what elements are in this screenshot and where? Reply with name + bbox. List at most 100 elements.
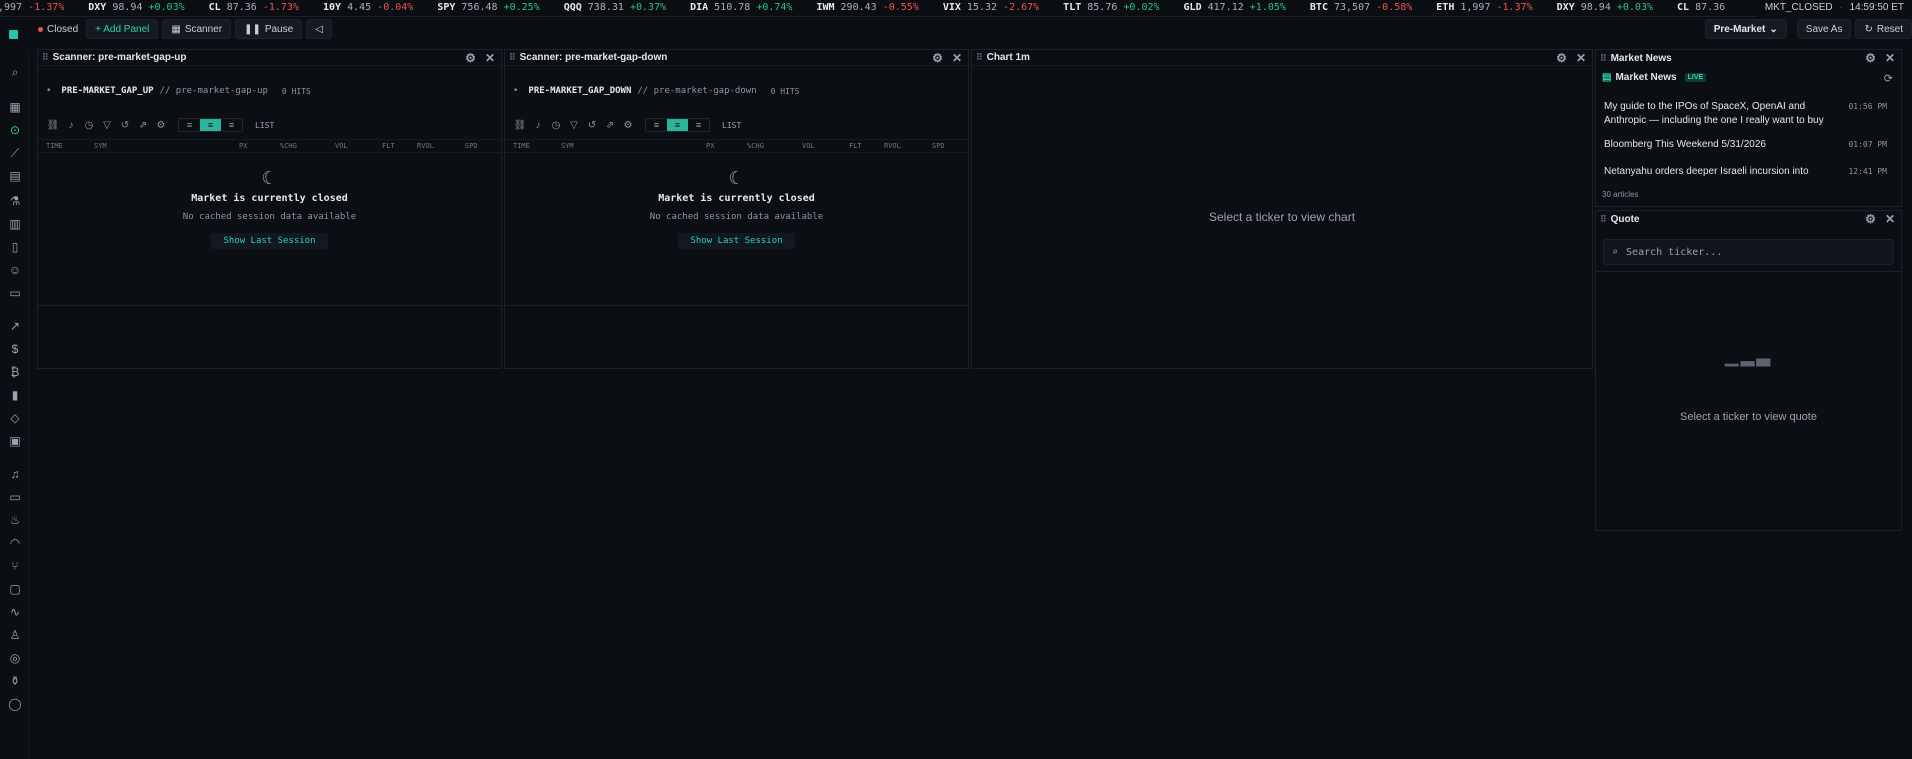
bar-chart-icon[interactable]: ▥ xyxy=(5,214,25,234)
drag-handle-icon[interactable]: ⠿ xyxy=(42,52,49,63)
col-px[interactable]: PX xyxy=(239,140,247,153)
ticker-item[interactable]: DIA 510.78 +0.74% xyxy=(690,0,792,16)
col-time[interactable]: TIME xyxy=(46,140,63,153)
ticker-item[interactable]: GLD 417.12 +1.05% xyxy=(1184,0,1286,16)
gear-icon[interactable]: ⚙ xyxy=(1556,51,1567,65)
table-icon[interactable]: ▤ xyxy=(5,166,25,186)
news-item[interactable]: Bloomberg This Weekend 5/31/2026 01:07 P… xyxy=(1604,138,1887,152)
close-icon[interactable]: ✕ xyxy=(1576,51,1586,65)
app-logo[interactable] xyxy=(9,30,18,39)
ticker-item[interactable]: BTC 73,507 -0.58% xyxy=(1310,0,1412,16)
ticker-item[interactable]: DXY 98.94 +0.03% xyxy=(88,0,184,16)
book-icon[interactable]: ▭ xyxy=(5,283,25,303)
ticker-item[interactable]: ETH 1,997 -1.37% xyxy=(1436,0,1532,16)
drag-handle-icon[interactable]: ⠿ xyxy=(976,52,983,63)
col-chg[interactable]: %CHG xyxy=(747,140,764,153)
density-compact[interactable]: ≡ xyxy=(179,119,200,131)
close-icon[interactable]: ✕ xyxy=(1885,51,1895,65)
col-sym[interactable]: SYM xyxy=(94,140,107,153)
link-icon[interactable]: ⛓ xyxy=(46,120,60,131)
document-icon[interactable]: ▯ xyxy=(5,237,25,257)
inbox-icon[interactable]: ▭ xyxy=(5,487,25,507)
beaker-icon[interactable]: ⚱ xyxy=(5,671,25,691)
reset-button[interactable]: ↻ Reset xyxy=(1855,19,1912,39)
link-icon[interactable]: ⛓ xyxy=(513,120,527,131)
trending-up-icon[interactable]: ↗ xyxy=(5,316,25,336)
news-item[interactable]: Netanyahu orders deeper Israeli incursio… xyxy=(1604,165,1887,177)
ticker-item[interactable]: 1,997 -1.37% xyxy=(0,0,64,16)
col-px[interactable]: PX xyxy=(706,140,714,153)
target-icon[interactable]: ◎ xyxy=(5,648,25,668)
bell-icon[interactable]: ♫ xyxy=(5,464,25,484)
col-sym[interactable]: SYM xyxy=(561,140,574,153)
external-icon[interactable]: ⇗ xyxy=(603,120,617,131)
filter-icon[interactable]: ▽ xyxy=(567,120,581,131)
ticker-search-input[interactable] xyxy=(1626,246,1827,258)
session-dropdown[interactable]: Pre-Market ⌄ xyxy=(1704,19,1787,39)
col-flt[interactable]: FLT xyxy=(849,140,862,153)
ticker-item[interactable]: IWM 290.43 -0.55% xyxy=(816,0,918,16)
dashboard-icon[interactable]: ▦ xyxy=(5,97,25,117)
diamond-icon[interactable]: ◇ xyxy=(5,408,25,428)
clock-icon[interactable]: ◷ xyxy=(549,120,563,131)
user-settings-icon[interactable]: ♙ xyxy=(5,625,25,645)
pause-button[interactable]: ❚❚ Pause xyxy=(235,19,303,39)
chat-icon[interactable]: ◯ xyxy=(5,694,25,714)
scanner-button[interactable]: ▦ Scanner xyxy=(162,19,232,39)
flask-icon[interactable]: ⚗ xyxy=(5,191,25,211)
drag-handle-icon[interactable]: ⠿ xyxy=(1600,214,1607,225)
col-rvol[interactable]: RVOL xyxy=(417,140,434,153)
calendar-icon[interactable]: ▣ xyxy=(5,431,25,451)
density-compact[interactable]: ≡ xyxy=(646,119,667,131)
gauge-icon[interactable]: ◠ xyxy=(5,533,25,553)
ticker-item[interactable]: TLT 85.76 +0.02% xyxy=(1063,0,1159,16)
flame-icon[interactable]: ♨ xyxy=(5,510,25,530)
gear-icon[interactable]: ⚙ xyxy=(932,51,943,65)
col-rvol[interactable]: RVOL xyxy=(884,140,901,153)
col-vol[interactable]: VOL xyxy=(335,140,348,153)
close-icon[interactable]: ✕ xyxy=(485,51,495,65)
chart-line-icon[interactable]: ⟋ xyxy=(5,143,25,163)
gear-icon[interactable]: ⚙ xyxy=(465,51,476,65)
bell-off-icon[interactable]: ♪ xyxy=(64,120,78,131)
save-as-button[interactable]: Save As xyxy=(1796,19,1852,39)
bitcoin-icon[interactable]: ₿ xyxy=(5,362,25,382)
users-icon[interactable]: ☺ xyxy=(5,260,25,280)
show-last-session-button[interactable]: Show Last Session xyxy=(678,233,795,249)
col-spd[interactable]: SPD xyxy=(932,140,945,153)
gear-icon[interactable]: ⚙ xyxy=(1865,51,1876,65)
ticker-item[interactable]: 10Y 4.45 -0.04% xyxy=(323,0,413,16)
drag-handle-icon[interactable]: ⠿ xyxy=(509,52,516,63)
list-view-button[interactable]: LIST xyxy=(255,121,274,130)
bars-icon[interactable]: ▮ xyxy=(5,385,25,405)
history-icon[interactable]: ↺ xyxy=(118,120,132,131)
scanner-icon[interactable]: ⊙ xyxy=(5,120,25,140)
ticker-item[interactable]: CL 87.36 xyxy=(1677,0,1725,16)
add-panel-button[interactable]: + Add Panel xyxy=(86,19,159,39)
bell-off-icon[interactable]: ♪ xyxy=(531,120,545,131)
col-vol[interactable]: VOL xyxy=(802,140,815,153)
list-view-button[interactable]: LIST xyxy=(722,121,741,130)
clock-icon[interactable]: ◷ xyxy=(82,120,96,131)
show-last-session-button[interactable]: Show Last Session xyxy=(211,233,328,249)
ticker-item[interactable]: VIX 15.32 -2.67% xyxy=(943,0,1039,16)
close-icon[interactable]: ✕ xyxy=(952,51,962,65)
settings-icon[interactable]: ⚙ xyxy=(621,120,635,131)
search-icon[interactable]: ⌕ xyxy=(5,62,25,82)
wallet-icon[interactable]: ▢ xyxy=(5,579,25,599)
col-spd[interactable]: SPD xyxy=(465,140,478,153)
mute-button[interactable]: ◁ xyxy=(306,19,332,39)
dollar-icon[interactable]: $ xyxy=(5,339,25,359)
drag-handle-icon[interactable]: ⠿ xyxy=(1600,53,1607,64)
ticker-search[interactable]: ⌕ xyxy=(1603,239,1894,265)
gear-icon[interactable]: ⚙ xyxy=(1865,212,1876,226)
settings-icon[interactable]: ⚙ xyxy=(154,120,168,131)
density-wide[interactable]: ≡ xyxy=(688,119,709,131)
close-icon[interactable]: ✕ xyxy=(1885,212,1895,226)
refresh-icon[interactable]: ⟳ xyxy=(1884,72,1893,85)
col-flt[interactable]: FLT xyxy=(382,140,395,153)
activity-icon[interactable]: ∿ xyxy=(5,602,25,622)
external-icon[interactable]: ⇗ xyxy=(136,120,150,131)
ticker-item[interactable]: DXY 98.94 +0.03% xyxy=(1557,0,1653,16)
ticker-item[interactable]: QQQ 738.31 +0.37% xyxy=(564,0,666,16)
